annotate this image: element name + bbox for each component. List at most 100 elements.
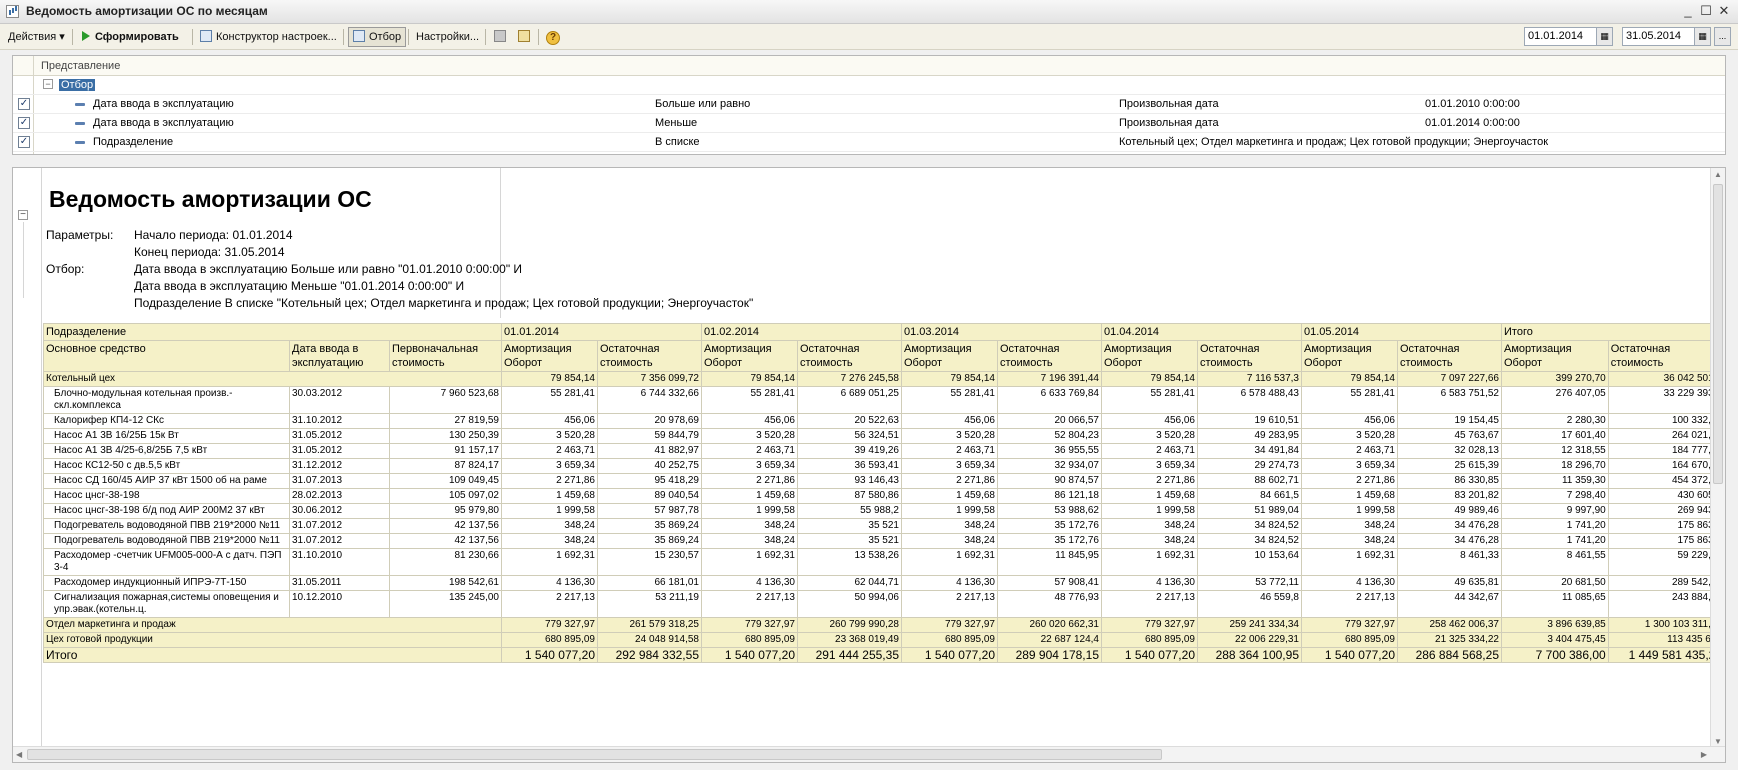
filter-value[interactable]: 01.01.2014 0:00:00 [1425, 117, 1520, 129]
table-row[interactable]: Блочно-модульная котельная произв.-скл.к… [43, 386, 1725, 414]
table-row[interactable]: Насос СД 160/45 АИР 37 кВт 1500 об на ра… [43, 473, 1725, 489]
collapse-icon[interactable]: − [43, 79, 53, 89]
column-header: Дата ввода в эксплуатацию [289, 340, 390, 372]
help-button[interactable]: ? [542, 27, 564, 47]
column-header: Амортизация Оборот [1301, 340, 1398, 372]
asset-name: Насос цнсг-38-198 [43, 488, 290, 504]
filter-root-row[interactable]: − Отбор [13, 76, 1725, 95]
filter-row[interactable]: ✓ Дата ввода в эксплуатацию Больше или р… [13, 95, 1725, 114]
table-row[interactable]: Насос А1 3В 4/25-6,8/25Б 7,5 кВт 31.05.20… [43, 443, 1725, 459]
value-cell: 20 066,57 [997, 413, 1102, 429]
period-end: Конец периода: 31.05.2014 [134, 245, 285, 259]
calendar-icon[interactable]: ▦ [1596, 27, 1613, 46]
table-row[interactable]: Расходомер индукционный ИПРЭ-7Т-150 31.05… [43, 575, 1725, 591]
params-label: Параметры: [46, 228, 114, 242]
value-cell: 36 593,41 [797, 458, 902, 474]
filter-field: Дата ввода в эксплуатацию [93, 117, 234, 129]
filter-condition[interactable]: Меньше [655, 117, 697, 129]
table-row[interactable]: Насос цнсг-38-198 б/д под АИР 200М2 37 к… [43, 503, 1725, 519]
filter-value[interactable]: 01.01.2010 0:00:00 [1425, 98, 1520, 110]
value-cell: 1 459,68 [901, 488, 998, 504]
horizontal-scrollbar[interactable]: ◀ ▶ [13, 746, 1725, 762]
table-row[interactable]: Насос А1 3В 16/25Б 15к Вт 31.05.2012 130 2… [43, 428, 1725, 444]
value-cell: 260 020 662,31 [997, 617, 1102, 633]
value-cell: 53 211,19 [597, 590, 702, 618]
value-cell: 93 146,43 [797, 473, 902, 489]
group-row[interactable]: Котельный цех 79 854,14 7 356 099,72 79 854… [43, 371, 1725, 387]
column-header: Амортизация Оборот [501, 340, 598, 372]
actions-menu[interactable]: Действия ▾ [4, 27, 69, 47]
table-row[interactable]: Насос КС12-50 с дв.5,5 кВт 31.12.2012 87 8… [43, 458, 1725, 474]
table-row[interactable]: Сигнализация пожарная,системы оповещения… [43, 590, 1725, 618]
vertical-scroll-thumb[interactable] [1713, 184, 1723, 484]
column-header: Остаточная стоимость [1607, 340, 1725, 372]
commission-date: 28.02.2013 [289, 488, 390, 504]
filter-row-checkbox[interactable]: ✓ [18, 98, 30, 110]
settings-button[interactable]: Настройки... [412, 27, 483, 47]
value-cell: 83 201,82 [1397, 488, 1502, 504]
filter-row-checkbox[interactable]: ✓ [18, 136, 30, 148]
value-cell: 1 459,68 [501, 488, 598, 504]
period-select-button[interactable]: ... [1714, 27, 1731, 46]
value-cell: 3 659,34 [701, 458, 798, 474]
filter-row[interactable]: ✓ Дата ввода в эксплуатацию Меньше Произ… [13, 114, 1725, 133]
filter-condition[interactable]: Больше или равно [655, 98, 750, 110]
value-cell: 22 006 229,31 [1197, 632, 1302, 648]
maximize-button[interactable]: ☐ [1696, 2, 1716, 20]
value-cell: 348,24 [501, 533, 598, 549]
group-row[interactable]: Отдел маркетинга и продаж 779 327,97 261 5… [43, 617, 1725, 633]
value-cell: 3 659,34 [1301, 458, 1398, 474]
total-row[interactable]: Итого 1 540 077,20 292 984 332,55 1 540 077… [43, 647, 1725, 663]
generate-button[interactable]: Сформировать [78, 27, 183, 47]
value-cell: 680 895,09 [701, 632, 798, 648]
column-header: Остаточная стоимость [1197, 340, 1302, 372]
value-cell: 348,24 [701, 533, 798, 549]
value-cell: 348,24 [1101, 533, 1198, 549]
table-row[interactable]: Калорифер КП4-12 СКс 31.10.2012 27 819,59 4… [43, 413, 1725, 429]
initial-cost: 109 049,45 [389, 473, 502, 489]
vertical-scrollbar[interactable]: ▲ ▼ [1710, 168, 1725, 748]
filter-value-list[interactable]: Котельный цех; Отдел маркетинга и продаж… [1119, 136, 1548, 148]
table-row[interactable]: Расходомер -счетчик UFM005-000-А с датч.… [43, 548, 1725, 576]
initial-cost: 198 542,61 [389, 575, 502, 591]
filter-row-checkbox[interactable]: ✓ [18, 117, 30, 129]
filter-toggle-button[interactable]: Отбор [348, 27, 407, 47]
value-cell: 56 324,51 [797, 428, 902, 444]
save-settings-icon[interactable] [490, 27, 514, 47]
filter-type[interactable]: Произвольная дата [1119, 117, 1219, 129]
value-cell: 3 659,34 [1101, 458, 1198, 474]
report-title: Ведомость амортизации ОС [49, 186, 372, 212]
value-cell: 258 462 006,37 [1397, 617, 1502, 633]
column-header: Первоначальная стоимость [389, 340, 502, 372]
horizontal-scroll-thumb[interactable] [27, 749, 1162, 760]
period-header: Итого [1501, 323, 1725, 341]
asset-name: Калорифер КП4-12 СКс [43, 413, 290, 429]
commission-date: 31.10.2010 [289, 548, 390, 576]
value-cell: 24 048 914,58 [597, 632, 702, 648]
value-cell: 79 854,14 [1301, 371, 1398, 387]
collapse-params-icon[interactable]: − [18, 210, 28, 220]
column-header: Остаточная стоимость [1397, 340, 1502, 372]
table-row[interactable]: Насос цнсг-38-198 28.02.2013 105 097,02 1 4… [43, 488, 1725, 504]
value-cell: 51 989,04 [1197, 503, 1302, 519]
close-button[interactable]: ✕ [1714, 2, 1734, 20]
value-cell: 34 824,52 [1197, 518, 1302, 534]
help-icon: ? [546, 31, 560, 45]
load-settings-icon[interactable] [514, 27, 538, 47]
date-to-field[interactable]: 31.05.2014 [1622, 27, 1702, 46]
group-row[interactable]: Цех готовой продукции 680 895,09 24 048 91… [43, 632, 1725, 648]
settings-constructor-button[interactable]: Конструктор настроек... [196, 27, 341, 47]
date-from-field[interactable]: 01.01.2014 [1524, 27, 1604, 46]
value-cell: 6 578 488,43 [1197, 386, 1302, 414]
value-cell: 276 407,05 [1501, 386, 1609, 414]
group-name: Котельный цех [43, 371, 502, 387]
table-row[interactable]: Подогреватель водоводяной ПВВ 219*2000 №… [43, 533, 1725, 549]
filter-condition[interactable]: В списке [655, 136, 700, 148]
value-cell: 779 327,97 [901, 617, 998, 633]
table-row[interactable]: Подогреватель водоводяной ПВВ 219*2000 №… [43, 518, 1725, 534]
filter-row[interactable]: ✓ Подразделение В списке Котельный цех; … [13, 133, 1725, 152]
commission-date: 31.05.2012 [289, 443, 390, 459]
minimize-button[interactable]: _ [1678, 2, 1698, 20]
calendar-icon[interactable]: ▦ [1694, 27, 1711, 46]
filter-type[interactable]: Произвольная дата [1119, 98, 1219, 110]
